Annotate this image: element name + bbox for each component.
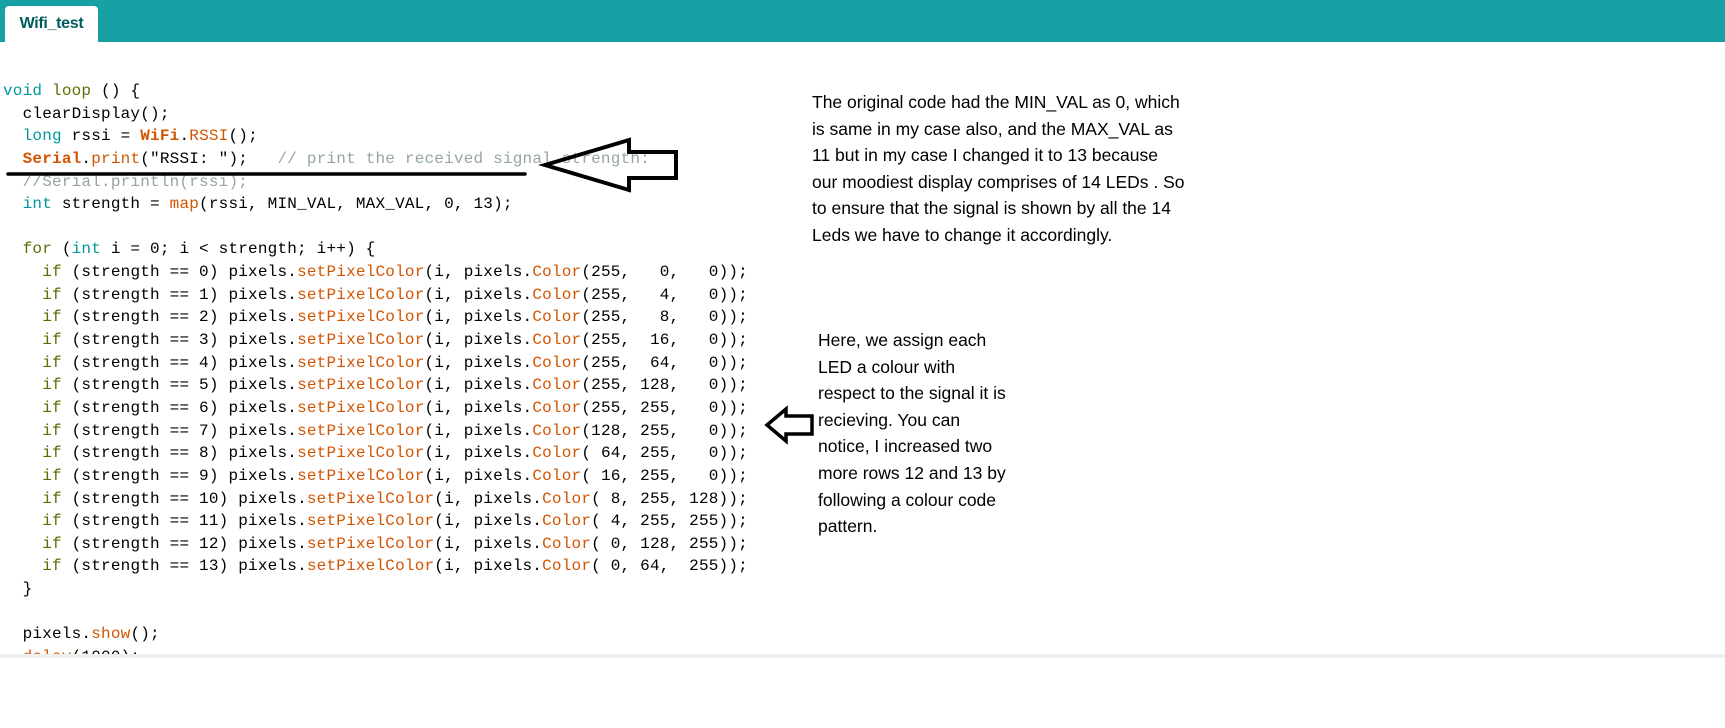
annotation-line: 11 but in my case I changed it to 13 bec… bbox=[812, 145, 1159, 166]
annotation-line: respect to the signal it is bbox=[818, 383, 1006, 404]
annotation-line: The original code had the MIN_VAL as 0, … bbox=[812, 92, 1180, 112]
small-left-arrow-icon bbox=[764, 405, 814, 445]
annotation-note-colours: Here, we assign each LED a colour with res… bbox=[818, 327, 1006, 540]
annotation-line: is same in my case also, and the MAX_VAL… bbox=[812, 118, 1173, 139]
annotation-line: Leds we have to change it accordingly. bbox=[812, 224, 1113, 245]
big-left-arrow-icon bbox=[537, 137, 678, 193]
annotation-line: notice, I increased two bbox=[818, 436, 993, 457]
annotation-line: Here, we assign each bbox=[818, 330, 987, 350]
annotation-line: pattern. bbox=[818, 516, 878, 537]
annotation-line: our moodiest display comprises of 14 LED… bbox=[812, 171, 1185, 192]
annotation-line: more rows 12 and 13 by bbox=[818, 462, 1006, 483]
annotation-line: to ensure that the signal is shown by al… bbox=[812, 198, 1171, 219]
annotation-note-max-val: The original code had the MIN_VAL as 0, … bbox=[812, 89, 1185, 249]
annotation-line: LED a colour with bbox=[818, 356, 956, 377]
annotation-line: following a colour code bbox=[818, 489, 997, 510]
annotation-line: recieving. You can bbox=[818, 409, 961, 430]
